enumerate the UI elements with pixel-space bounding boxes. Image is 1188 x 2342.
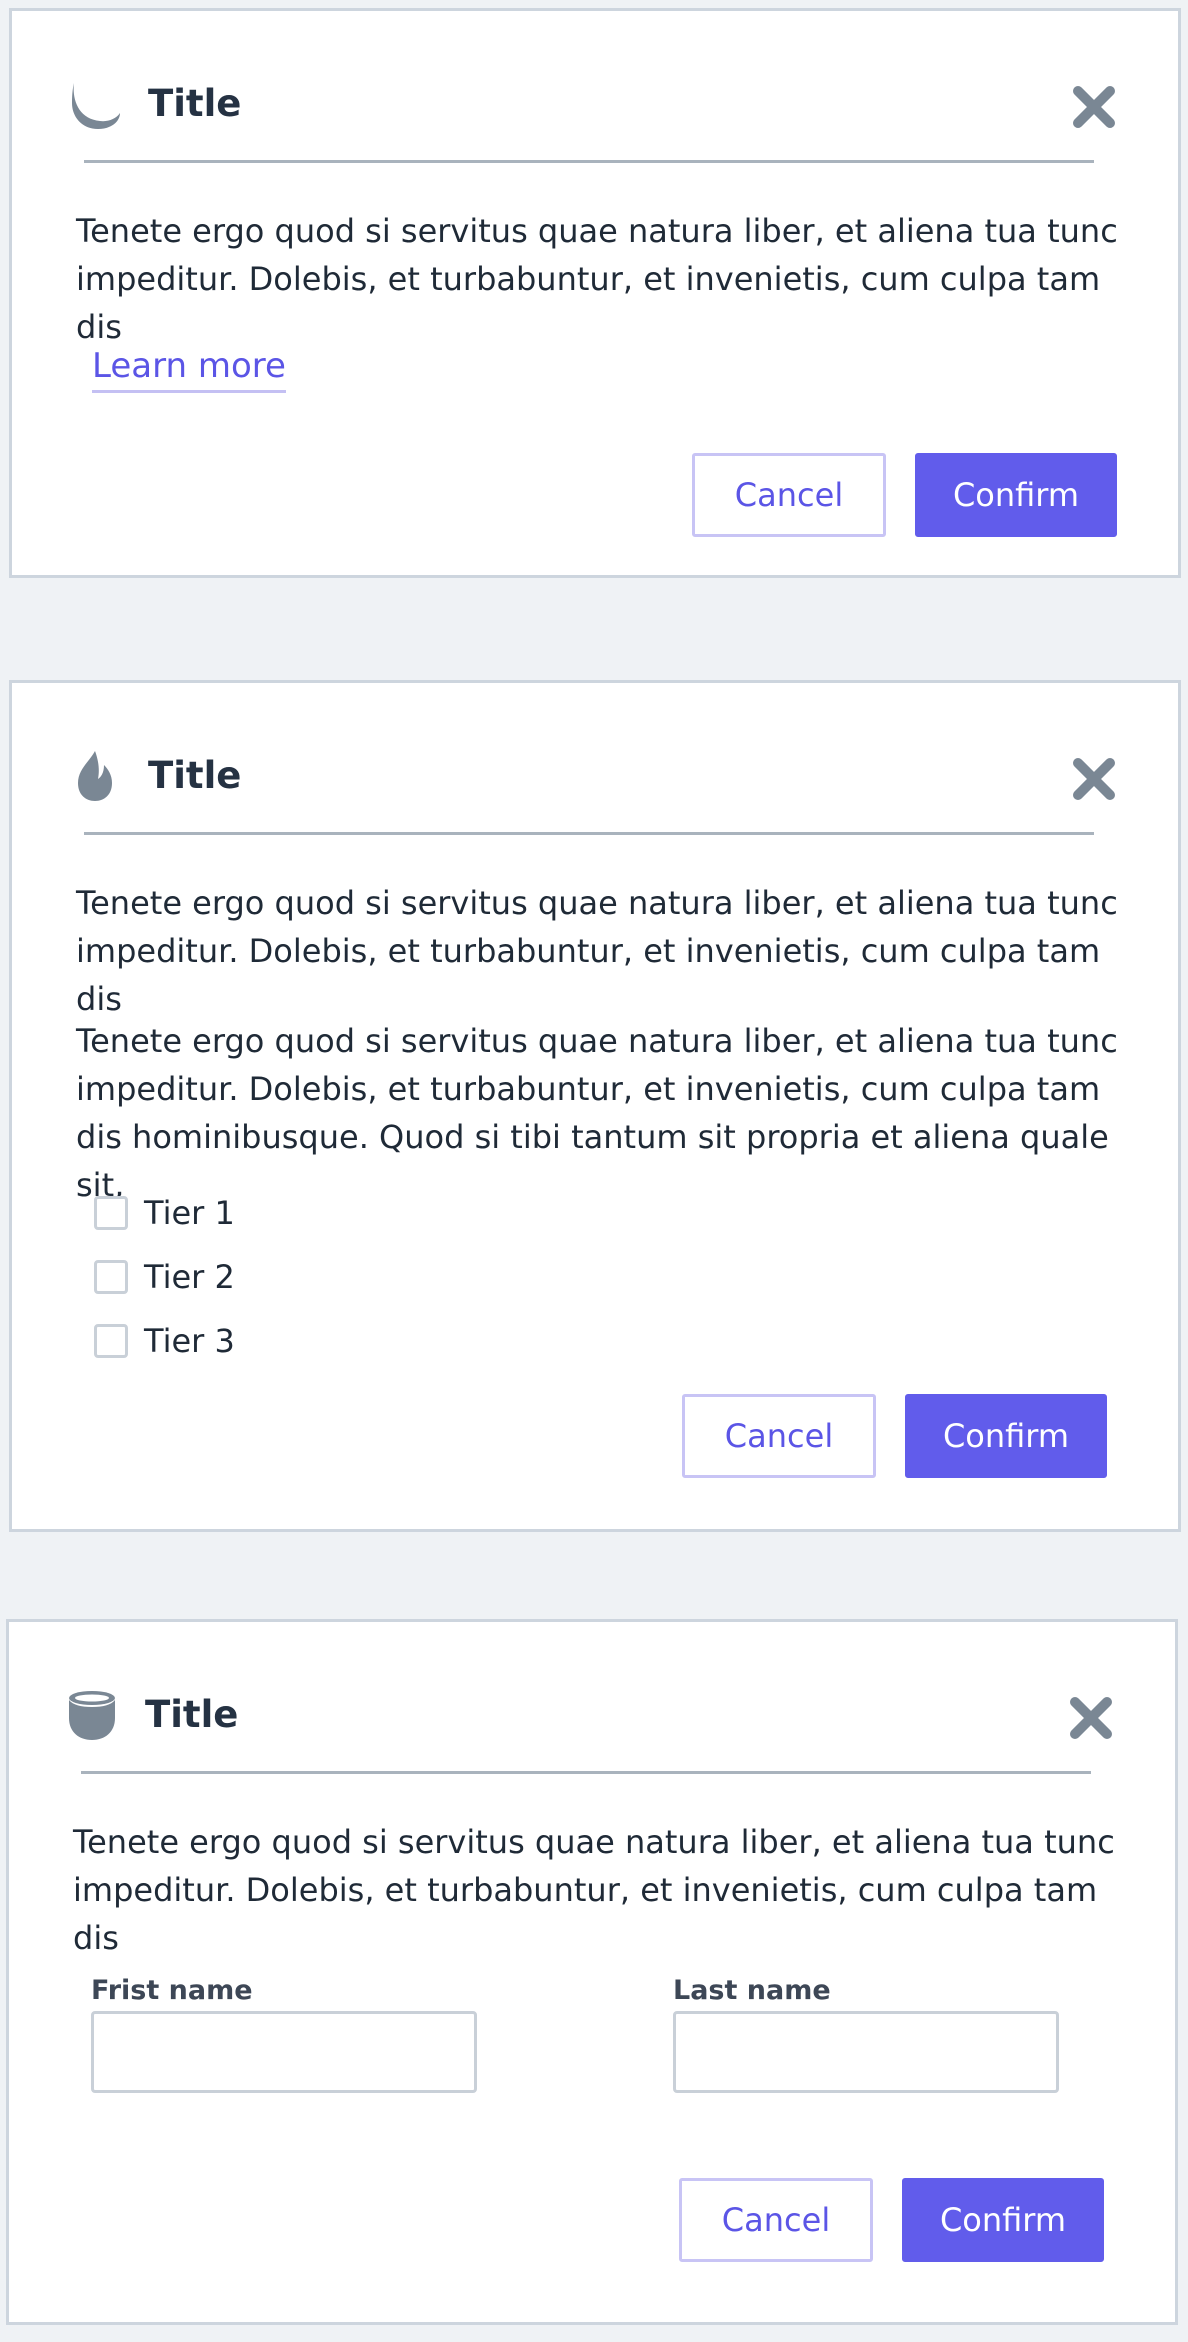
dialog-body-text: Tenete ergo quod si servitus quae natura… [76, 1022, 1118, 1204]
cancel-button[interactable]: Cancel [682, 1394, 876, 1478]
bowl-icon [69, 1691, 115, 1740]
dialog-title: Title [148, 82, 242, 125]
option-tier-2[interactable]: Tier 2 [94, 1257, 235, 1297]
option-tier-3[interactable]: Tier 3 [94, 1321, 235, 1361]
checkbox-label: Tier 3 [144, 1322, 235, 1360]
header-divider [81, 1771, 1091, 1774]
checkbox[interactable] [94, 1260, 128, 1294]
dialog-options: Title Tenete ergo quod si servitus quae … [9, 680, 1181, 1532]
close-icon[interactable] [1072, 757, 1116, 801]
dialog-title: Title [148, 754, 242, 797]
moon-icon [72, 83, 120, 129]
last-name-label: Last name [673, 1975, 831, 2006]
checkbox-label: Tier 2 [144, 1258, 235, 1296]
flame-icon [78, 751, 112, 801]
option-tier-1[interactable]: Tier 1 [94, 1193, 235, 1233]
dialog-body-text: Tenete ergo quod si servitus quae natura… [73, 1823, 1115, 1957]
last-name-field[interactable] [673, 2011, 1059, 2093]
first-name-label: Frist name [91, 1975, 253, 2006]
first-name-field[interactable] [91, 2011, 477, 2093]
close-icon[interactable] [1069, 1696, 1113, 1740]
dialog-body-text: Tenete ergo quod si servitus quae natura… [76, 212, 1118, 346]
cancel-button[interactable]: Cancel [679, 2178, 873, 2262]
learn-more-link[interactable]: Learn more [92, 344, 286, 393]
checkbox[interactable] [94, 1324, 128, 1358]
close-icon[interactable] [1072, 85, 1116, 129]
dialog-learn-more: Title Tenete ergo quod si servitus quae … [9, 8, 1181, 578]
confirm-button[interactable]: Confirm [905, 1394, 1107, 1478]
dialog-title: Title [145, 1693, 239, 1736]
cancel-button[interactable]: Cancel [692, 453, 886, 537]
header-divider [84, 160, 1094, 163]
dialog-body-text: Tenete ergo quod si servitus quae natura… [76, 884, 1118, 1018]
checkbox-label: Tier 1 [144, 1194, 235, 1232]
confirm-button[interactable]: Confirm [915, 453, 1117, 537]
header-divider [84, 832, 1094, 835]
dialog-form: Title Tenete ergo quod si servitus quae … [6, 1619, 1178, 2325]
confirm-button[interactable]: Confirm [902, 2178, 1104, 2262]
checkbox[interactable] [94, 1196, 128, 1230]
